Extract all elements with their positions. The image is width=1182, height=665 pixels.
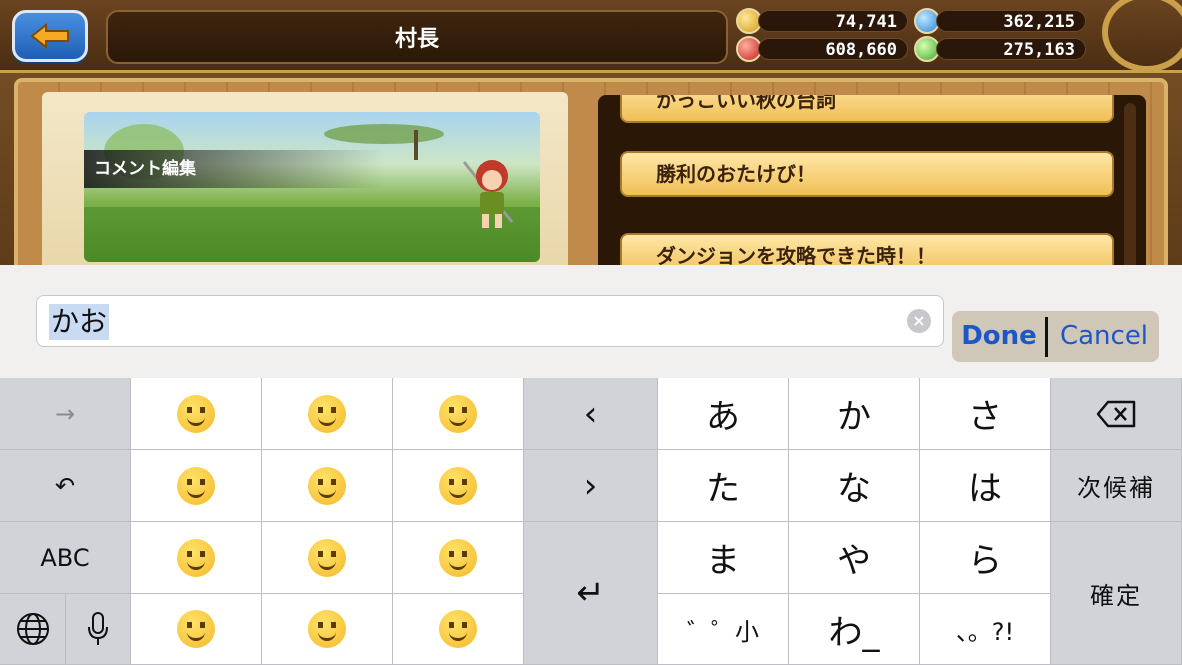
abc-label: ABC bbox=[40, 543, 90, 572]
emoji-key[interactable] bbox=[131, 522, 262, 594]
corner-ornament-icon bbox=[1102, 0, 1182, 72]
grinning-squinting-face-icon bbox=[439, 466, 477, 505]
chevron-right-icon: › bbox=[583, 465, 598, 506]
upside-down-face-icon bbox=[308, 610, 346, 648]
character-avatar bbox=[462, 152, 520, 232]
kana-label: ら bbox=[968, 541, 1002, 581]
return-key[interactable]: ↵ bbox=[524, 522, 658, 665]
top-bar: 村長 74,741 362,215 608,660 275,163 bbox=[0, 0, 1182, 73]
emoji-key[interactable] bbox=[131, 378, 262, 450]
kana-label: ゛゜小 bbox=[687, 617, 759, 646]
return-icon: ↵ bbox=[576, 573, 605, 613]
kana-label: 、。?! bbox=[955, 617, 1015, 646]
chevron-left-icon: ‹ bbox=[583, 393, 598, 434]
confirm-key[interactable]: 確定 bbox=[1051, 522, 1182, 665]
kana-label: さ bbox=[968, 397, 1002, 437]
emoji-key[interactable] bbox=[393, 594, 524, 665]
list-item[interactable]: 勝利のおたけび！ bbox=[620, 151, 1114, 197]
cursor-left-key[interactable]: ‹ bbox=[524, 378, 658, 450]
kana-key[interactable]: ま bbox=[658, 522, 789, 594]
kana-label: や bbox=[837, 541, 871, 581]
abc-key[interactable]: ABC bbox=[0, 522, 131, 594]
next-candidate-label: 次候補 bbox=[1077, 474, 1155, 502]
tears-of-joy-face-icon bbox=[177, 538, 215, 577]
next-candidate-key[interactable]: 次候補 bbox=[1051, 450, 1182, 522]
undo-icon: ↶ bbox=[54, 471, 76, 500]
dakuten-key[interactable]: ゛゜小 bbox=[658, 594, 789, 665]
kana-key[interactable]: た bbox=[658, 450, 789, 522]
kana-key[interactable]: さ bbox=[920, 378, 1051, 450]
back-arrow-icon bbox=[30, 23, 69, 49]
input-accessory-bar: かお × Done Cancel bbox=[0, 265, 1182, 378]
backspace-icon bbox=[1096, 400, 1136, 427]
cancel-button[interactable]: Cancel bbox=[1049, 311, 1159, 362]
smiling-face-icon bbox=[308, 466, 346, 505]
hugging-face-icon bbox=[177, 466, 215, 505]
game-screen: 村長 74,741 362,215 608,660 275,163 コメント編集 bbox=[0, 0, 1182, 265]
green-gem-count: 275,163 bbox=[936, 38, 1086, 60]
button-divider bbox=[1045, 317, 1048, 357]
emoji-key[interactable] bbox=[131, 450, 262, 522]
punctuation-key[interactable]: 、。?! bbox=[920, 594, 1051, 665]
cursor-right-key[interactable]: › bbox=[524, 450, 658, 522]
savoring-food-face-icon bbox=[308, 538, 346, 577]
kana-key[interactable]: や bbox=[789, 522, 920, 594]
smiling-face-icon bbox=[439, 394, 477, 433]
emoji-key[interactable] bbox=[393, 378, 524, 450]
globe-key[interactable] bbox=[0, 594, 66, 665]
kana-label: ま bbox=[706, 541, 740, 581]
kana-label: は bbox=[968, 469, 1002, 509]
grinning-face-icon bbox=[177, 394, 215, 433]
red-gem-count: 608,660 bbox=[758, 38, 908, 60]
blue-gem-count: 362,215 bbox=[936, 10, 1086, 32]
emoji-key[interactable] bbox=[393, 450, 524, 522]
emoji-key[interactable] bbox=[262, 378, 393, 450]
microphone-key[interactable] bbox=[66, 594, 131, 665]
emoji-key[interactable] bbox=[262, 522, 393, 594]
page-title: 村長 bbox=[106, 10, 728, 64]
kana-key[interactable]: か bbox=[789, 378, 920, 450]
microphone-icon bbox=[88, 612, 108, 645]
kana-label: わ_ bbox=[828, 612, 880, 653]
kana-key[interactable]: は bbox=[920, 450, 1051, 522]
slightly-smiling-face-icon bbox=[177, 610, 215, 648]
backspace-key[interactable] bbox=[1051, 378, 1182, 450]
gold-count: 74,741 bbox=[758, 10, 908, 32]
relieved-face-icon bbox=[439, 610, 477, 648]
arrow-right-key[interactable]: → bbox=[0, 378, 131, 450]
list-scrollbar[interactable] bbox=[1124, 103, 1136, 265]
undo-key[interactable]: ↶ bbox=[0, 450, 131, 522]
kana-key[interactable]: な bbox=[789, 450, 920, 522]
emoji-key[interactable] bbox=[262, 450, 393, 522]
winking-face-icon bbox=[439, 538, 477, 577]
arrow-right-icon: → bbox=[54, 399, 76, 428]
comment-text-field[interactable]: かお × bbox=[36, 295, 944, 347]
kana-label: な bbox=[837, 469, 871, 509]
text-field-value: かお bbox=[49, 304, 110, 340]
kana-key[interactable]: ら bbox=[920, 522, 1051, 594]
comment-list[interactable]: かっこいい秋の台詞 勝利のおたけび！ ダンジョンを攻略できた時！！ bbox=[598, 95, 1146, 265]
globe-icon bbox=[16, 613, 49, 645]
list-item[interactable]: かっこいい秋の台詞 bbox=[620, 95, 1114, 123]
kana-label: た bbox=[706, 469, 740, 509]
emoji-key[interactable] bbox=[262, 594, 393, 665]
kana-label: か bbox=[837, 397, 871, 437]
grinning-face-icon bbox=[308, 394, 346, 433]
emoji-key[interactable] bbox=[393, 522, 524, 594]
done-button[interactable]: Done bbox=[952, 311, 1046, 362]
confirm-label: 確定 bbox=[1090, 581, 1142, 610]
emoji-key[interactable] bbox=[131, 594, 262, 665]
kana-key[interactable]: あ bbox=[658, 378, 789, 450]
japanese-keyboard: → ↶ ABC ‹ › ↵ あ か さ た な は ま や ら ゛゜小 わ_ 、… bbox=[0, 378, 1182, 665]
clear-text-icon[interactable]: × bbox=[907, 309, 931, 333]
comment-edit-banner: コメント編集 bbox=[84, 150, 384, 188]
back-button[interactable] bbox=[12, 10, 88, 62]
kana-key[interactable]: わ_ bbox=[789, 594, 920, 665]
input-button-group: Done Cancel bbox=[952, 311, 1159, 362]
kana-label: あ bbox=[706, 397, 740, 437]
list-item[interactable]: ダンジョンを攻略できた時！！ bbox=[620, 233, 1114, 265]
